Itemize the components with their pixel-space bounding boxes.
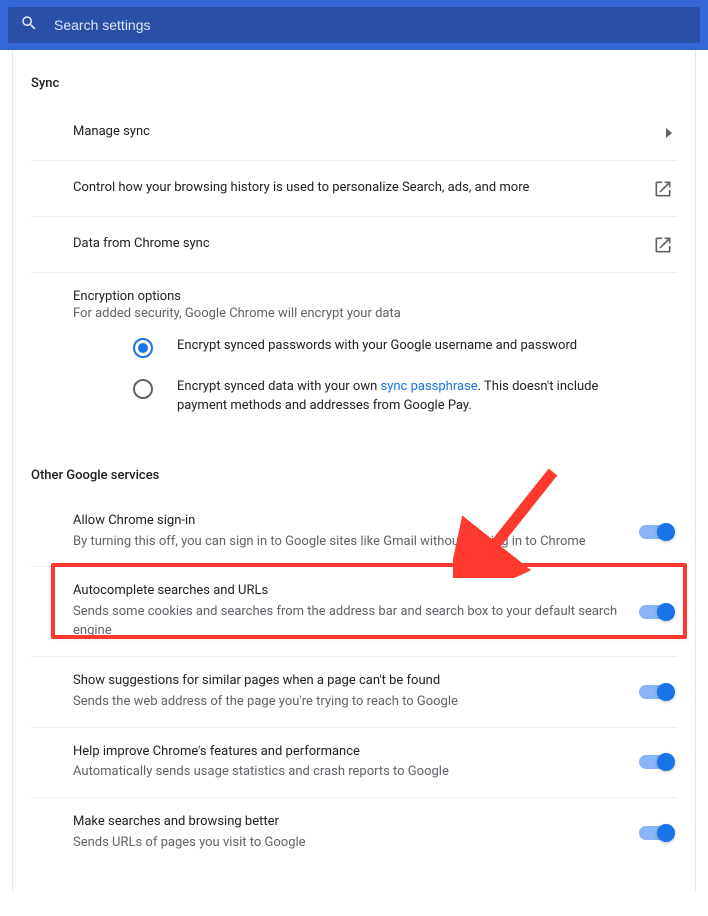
encryption-title: Encryption options xyxy=(73,289,677,304)
row-autocomplete: Autocomplete searches and URLs Sends som… xyxy=(31,567,677,657)
open-external-icon xyxy=(653,235,677,255)
row-label: Control how your browsing history is use… xyxy=(73,179,641,198)
row-allow-signin: Allow Chrome sign-in By turning this off… xyxy=(31,497,677,568)
toggle-help-improve[interactable] xyxy=(639,755,673,769)
row-help-improve: Help improve Chrome's features and perfo… xyxy=(31,728,677,799)
row-label: Show suggestions for similar pages when … xyxy=(73,672,627,691)
search-input[interactable] xyxy=(54,17,688,33)
row-label: Autocomplete searches and URLs xyxy=(73,582,627,601)
search-wrap[interactable] xyxy=(8,7,700,43)
radio-option-google-password[interactable]: Encrypt synced passwords with your Googl… xyxy=(31,327,677,368)
toggle-searches-browsing[interactable] xyxy=(639,826,673,840)
row-desc: By turning this off, you can sign in to … xyxy=(73,533,627,552)
open-external-icon xyxy=(653,179,677,199)
row-suggestions: Show suggestions for similar pages when … xyxy=(31,657,677,728)
radio-unselected-icon[interactable] xyxy=(133,379,153,399)
row-label: Manage sync xyxy=(73,123,653,142)
row-label: Help improve Chrome's features and perfo… xyxy=(73,743,627,762)
row-browsing-history[interactable]: Control how your browsing history is use… xyxy=(31,161,677,217)
toggle-allow-signin[interactable] xyxy=(639,525,673,539)
arrow-icon xyxy=(665,128,677,138)
encryption-desc: For added security, Google Chrome will e… xyxy=(73,306,677,321)
radio-selected-icon[interactable] xyxy=(133,338,153,358)
sync-passphrase-link[interactable]: sync passphrase xyxy=(381,379,478,394)
row-desc: Sends URLs of pages you visit to Google xyxy=(73,834,627,853)
row-label: Allow Chrome sign-in xyxy=(73,512,627,531)
search-bar xyxy=(0,0,708,50)
encryption-header: Encryption options For added security, G… xyxy=(31,273,677,327)
row-desc: Sends some cookies and searches from the… xyxy=(73,603,627,641)
row-manage-sync[interactable]: Manage sync xyxy=(31,105,677,161)
search-icon xyxy=(20,14,38,36)
row-data-from-chrome-sync[interactable]: Data from Chrome sync xyxy=(31,217,677,273)
row-searches-browsing: Make searches and browsing better Sends … xyxy=(31,798,677,868)
row-desc: Sends the web address of the page you're… xyxy=(73,693,627,712)
text-part: Encrypt synced data with your own xyxy=(177,379,381,394)
toggle-autocomplete[interactable] xyxy=(639,605,673,619)
radio-label: Encrypt synced data with your own sync p… xyxy=(177,378,677,416)
section-title-services: Other Google services xyxy=(31,434,677,497)
row-desc: Automatically sends usage statistics and… xyxy=(73,763,627,782)
row-label: Data from Chrome sync xyxy=(73,235,641,254)
row-label: Make searches and browsing better xyxy=(73,813,627,832)
radio-option-passphrase[interactable]: Encrypt synced data with your own sync p… xyxy=(31,368,677,434)
radio-label: Encrypt synced passwords with your Googl… xyxy=(177,337,677,356)
toggle-suggestions[interactable] xyxy=(639,685,673,699)
section-title-sync: Sync xyxy=(31,50,677,105)
